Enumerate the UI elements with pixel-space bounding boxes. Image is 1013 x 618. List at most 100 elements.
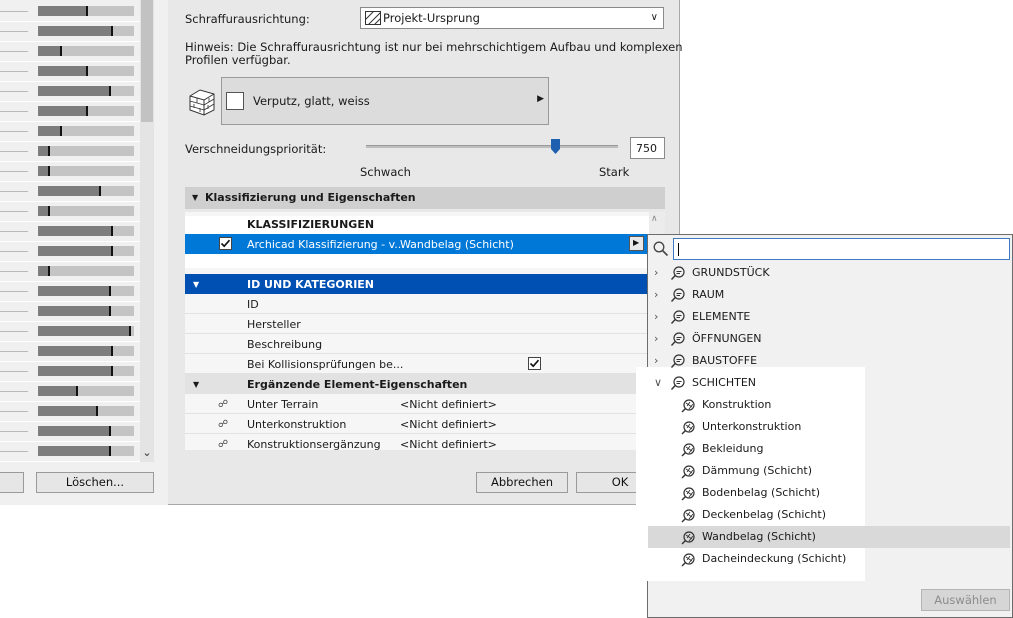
- classification-section-header[interactable]: ▼ Klassifizierung und Eigenschaften: [185, 187, 665, 209]
- hatch-orientation-dropdown[interactable]: Projekt-Ursprung ∨: [360, 7, 664, 29]
- class-item[interactable]: Deckenbelag (Schicht): [648, 504, 1010, 526]
- priority-label: Verschneidungspriorität:: [185, 142, 327, 156]
- level-bar-fill: [38, 326, 131, 336]
- classification-row-selected[interactable]: Archicad Klassifizierung - v... Wandbela…: [185, 234, 649, 254]
- level-bar-fill: [38, 206, 50, 216]
- classification-browse-button[interactable]: ▶: [629, 236, 644, 251]
- surface-material-selector[interactable]: Verputz, glatt, weiss ▶: [221, 77, 549, 125]
- list-item[interactable]: [0, 302, 140, 322]
- row-separator: [0, 291, 28, 292]
- cancel-button[interactable]: Abbrechen: [476, 472, 568, 493]
- property-row[interactable]: ☍ Konstruktionsergänzung <Nicht definiert>: [185, 434, 649, 450]
- row-separator: [0, 431, 28, 432]
- list-scrollbar[interactable]: ⌄: [140, 0, 154, 462]
- chevron-down-icon[interactable]: ∨: [654, 376, 662, 389]
- list-item[interactable]: [0, 422, 140, 442]
- level-bar-fill: [38, 86, 111, 96]
- chevron-right-icon[interactable]: ›: [654, 310, 658, 323]
- scroll-down-icon[interactable]: ⌄: [141, 446, 153, 460]
- link-icon: ☍: [218, 439, 229, 450]
- list-item[interactable]: [0, 22, 140, 42]
- level-bar-fill: [38, 226, 113, 236]
- category-item[interactable]: › RAUM: [648, 284, 1010, 306]
- priority-slider-track[interactable]: [366, 145, 618, 148]
- category-label: RAUM: [692, 288, 725, 301]
- priority-slider-thumb[interactable]: [551, 139, 560, 154]
- chevron-up-icon[interactable]: ∧: [651, 214, 658, 224]
- list-item[interactable]: [0, 282, 140, 302]
- level-bar: [38, 246, 134, 256]
- hatch-orientation-label: Schraffurausrichtung:: [185, 12, 310, 26]
- popup-search-input[interactable]: [673, 238, 1010, 260]
- priority-value-field[interactable]: 750: [630, 137, 665, 159]
- list-item[interactable]: [0, 42, 140, 62]
- list-item[interactable]: [0, 442, 140, 462]
- row-separator: [0, 31, 28, 32]
- list-item[interactable]: [0, 122, 140, 142]
- list-item[interactable]: [0, 62, 140, 82]
- class-item-selected[interactable]: Wandbelag (Schicht): [648, 526, 1010, 548]
- list-item[interactable]: [0, 2, 140, 22]
- list-item[interactable]: [0, 382, 140, 402]
- list-item[interactable]: [0, 182, 140, 202]
- list-item[interactable]: [0, 402, 140, 422]
- chevron-right-icon[interactable]: ›: [654, 354, 658, 367]
- classification-icon: [680, 419, 696, 438]
- row-separator: [0, 371, 28, 372]
- category-item[interactable]: › ELEMENTE: [648, 306, 1010, 328]
- list-item[interactable]: [0, 222, 140, 242]
- category-item[interactable]: › GRUNDSTÜCK: [648, 262, 1010, 284]
- level-bar: [38, 106, 134, 116]
- checkbox-checked-icon[interactable]: [219, 237, 232, 250]
- select-button[interactable]: Auswählen: [921, 589, 1010, 611]
- class-item[interactable]: Unterkonstruktion: [648, 416, 1010, 438]
- collision-row[interactable]: Bei Kollisionsprüfungen be...: [185, 354, 649, 374]
- manufacturer-row[interactable]: Hersteller: [185, 314, 649, 334]
- chevron-right-icon[interactable]: ›: [654, 266, 658, 279]
- extra-props-header-row[interactable]: ▼ Ergänzende Element-Eigenschaften: [185, 374, 649, 394]
- class-item[interactable]: Dacheindeckung (Schicht): [648, 548, 1010, 570]
- class-item[interactable]: Bekleidung: [648, 438, 1010, 460]
- list-item[interactable]: [0, 162, 140, 182]
- list-item[interactable]: [0, 102, 140, 122]
- property-value: <Nicht definiert>: [400, 398, 497, 411]
- list-item[interactable]: [0, 142, 140, 162]
- property-row[interactable]: ☍ Unter Terrain <Nicht definiert>: [185, 394, 649, 414]
- property-name: Unter Terrain: [247, 398, 319, 411]
- level-bar-fill: [38, 146, 50, 156]
- list-item[interactable]: [0, 342, 140, 362]
- classification-icon: [670, 353, 686, 372]
- chevron-right-icon[interactable]: ›: [654, 288, 658, 301]
- property-row[interactable]: ☍ Unterkonstruktion <Nicht definiert>: [185, 414, 649, 434]
- description-row[interactable]: Beschreibung: [185, 334, 649, 354]
- checkbox-checked-icon[interactable]: [528, 357, 541, 370]
- class-label: Unterkonstruktion: [702, 420, 802, 433]
- category-item[interactable]: ∨ SCHICHTEN: [648, 372, 1010, 394]
- class-item[interactable]: Bodenbelag (Schicht): [648, 482, 1010, 504]
- list-item[interactable]: [0, 322, 140, 342]
- delete-button[interactable]: Löschen...: [36, 472, 154, 493]
- class-item[interactable]: Konstruktion: [648, 394, 1010, 416]
- id-row[interactable]: ID: [185, 294, 649, 314]
- level-bar: [38, 126, 134, 136]
- id-category-header-row[interactable]: ▼ ID UND KATEGORIEN: [185, 274, 649, 294]
- partial-left-button[interactable]: [0, 472, 24, 493]
- level-bar: [38, 346, 134, 356]
- list-item[interactable]: [0, 242, 140, 262]
- class-label: Bodenbelag (Schicht): [702, 486, 820, 499]
- category-item[interactable]: › ÖFFNUNGEN: [648, 328, 1010, 350]
- id-label: ID: [247, 298, 259, 311]
- property-name: Konstruktionsergänzung: [247, 438, 381, 450]
- property-value: <Nicht definiert>: [400, 438, 497, 450]
- class-item[interactable]: Dämmung (Schicht): [648, 460, 1010, 482]
- level-bar-fill: [38, 386, 78, 396]
- list-item[interactable]: [0, 82, 140, 102]
- list-item[interactable]: [0, 262, 140, 282]
- chevron-right-icon[interactable]: ›: [654, 332, 658, 345]
- level-bar: [38, 166, 134, 176]
- list-item[interactable]: [0, 202, 140, 222]
- level-bar: [38, 326, 134, 336]
- scroll-thumb[interactable]: [141, 0, 153, 122]
- list-item[interactable]: [0, 362, 140, 382]
- category-item[interactable]: › BAUSTOFFE: [648, 350, 1010, 372]
